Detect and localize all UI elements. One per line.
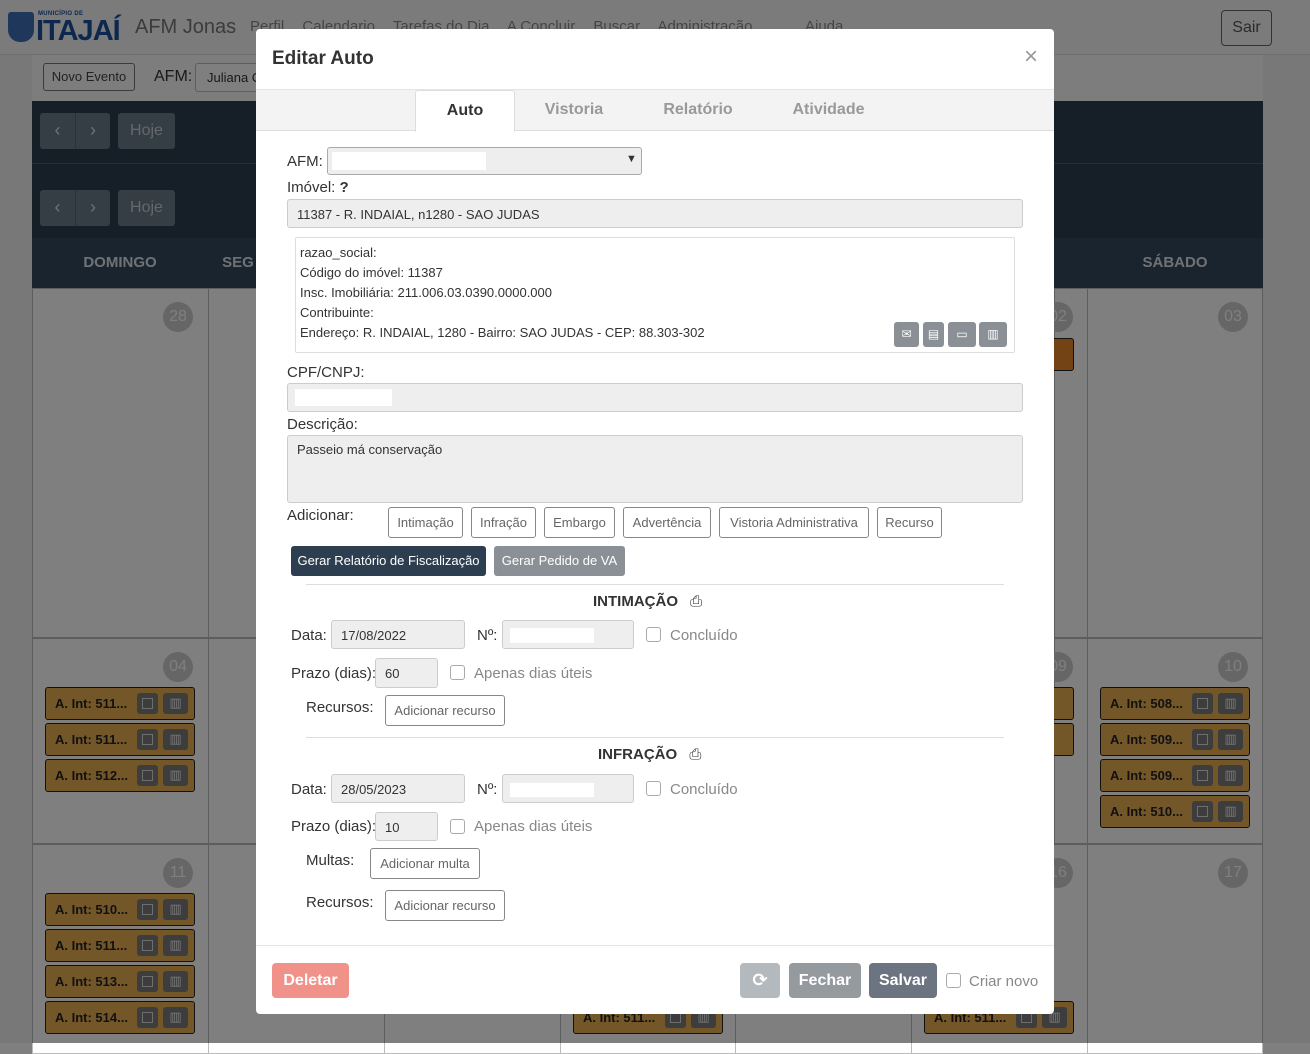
- generate-report-button[interactable]: Gerar Relatório de Fiscalização: [291, 546, 486, 576]
- add-infracao-button[interactable]: Infração: [471, 507, 536, 538]
- modal-title: Editar Auto: [272, 48, 374, 69]
- intimacao-number-field[interactable]: [502, 620, 634, 649]
- intimacao-prazo-label: Prazo (dias):: [291, 665, 377, 682]
- add-recurso-button[interactable]: Recurso: [877, 507, 942, 538]
- infracao-multas-label: Multas:: [306, 852, 355, 869]
- modal-header: Editar Auto ×: [256, 29, 1054, 90]
- cpf-field[interactable]: [287, 383, 1023, 412]
- redacted-value: [295, 389, 392, 406]
- document-icon[interactable]: ▤: [923, 322, 944, 347]
- intimacao-add-recurso-button[interactable]: Adicionar recurso: [385, 695, 505, 726]
- infracao-title-text: INFRAÇÃO: [598, 746, 678, 763]
- id-card-icon[interactable]: ▭: [948, 322, 976, 347]
- add-multa-button[interactable]: Adicionar multa: [370, 848, 480, 879]
- intimacao-date-field[interactable]: 17/08/2022: [331, 620, 465, 649]
- infracao-add-recurso-button[interactable]: Adicionar recurso: [385, 890, 505, 921]
- intimacao-prazo-field[interactable]: 60: [375, 658, 438, 688]
- imovel-info-box: razao_social: Código do imóvel: 11387 In…: [295, 237, 1015, 353]
- add-advertencia-button[interactable]: Advertência: [623, 507, 711, 538]
- intimacao-uteis-checkbox[interactable]: [450, 665, 465, 680]
- add-embargo-button[interactable]: Embargo: [544, 507, 615, 538]
- intimacao-uteis-label: Apenas dias úteis: [474, 665, 593, 682]
- add-intimacao-button[interactable]: Intimação: [388, 507, 463, 538]
- tab-relatorio[interactable]: Relatório: [652, 90, 744, 131]
- intimacao-title-text: INTIMAÇÃO: [593, 593, 678, 610]
- refresh-icon[interactable]: ⟳: [740, 963, 780, 998]
- cpf-label: CPF/CNPJ:: [287, 364, 365, 381]
- create-new-label: Criar novo: [969, 973, 1039, 990]
- infracao-prazo-field[interactable]: 10: [375, 812, 438, 841]
- intimacao-title: INTIMAÇÃO ⎙: [593, 593, 702, 610]
- infracao-uteis-label: Apenas dias úteis: [474, 818, 593, 835]
- descricao-label: Descrição:: [287, 416, 358, 433]
- imovel-field[interactable]: 11387 - R. INDAIAL, n1280 - SAO JUDAS: [287, 199, 1023, 228]
- infracao-prazo-label: Prazo (dias):: [291, 818, 377, 835]
- modal-tabs: Auto Vistoria Relatório Atividade: [256, 90, 1054, 132]
- infracao-title: INFRAÇÃO ⎙: [598, 746, 701, 763]
- infracao-date-field[interactable]: 28/05/2023: [331, 774, 465, 803]
- afm-select[interactable]: ▼: [327, 147, 642, 175]
- adicionar-label: Adicionar:: [287, 507, 354, 524]
- generate-va-button[interactable]: Gerar Pedido de VA: [494, 546, 625, 576]
- intimacao-recursos-label: Recursos:: [306, 699, 374, 716]
- print-icon[interactable]: ⎙: [690, 593, 702, 610]
- intimacao-done-label: Concluído: [670, 627, 738, 644]
- close-icon[interactable]: ×: [1024, 43, 1038, 71]
- infracao-uteis-checkbox[interactable]: [450, 819, 465, 834]
- infracao-number-label: Nº:: [477, 781, 498, 798]
- tab-atividade[interactable]: Atividade: [781, 90, 876, 131]
- imovel-label: Imóvel: ?: [287, 179, 349, 196]
- intimacao-number-label: Nº:: [477, 627, 498, 644]
- afm-label: AFM:: [287, 153, 323, 170]
- redacted-value: [332, 152, 486, 170]
- intimacao-date-label: Data:: [291, 627, 327, 644]
- info-razao-social: razao_social:: [300, 245, 377, 260]
- intimacao-done-checkbox[interactable]: [646, 627, 661, 642]
- redacted-value: [510, 628, 594, 643]
- delete-button[interactable]: Deletar: [272, 963, 349, 998]
- chevron-down-icon: ▼: [626, 153, 637, 165]
- redacted-value: [510, 783, 594, 797]
- close-button[interactable]: Fechar: [789, 963, 861, 998]
- infracao-done-label: Concluído: [670, 781, 738, 798]
- map-icon[interactable]: ▥: [979, 322, 1007, 347]
- infracao-number-field[interactable]: [502, 774, 634, 803]
- divider: [306, 584, 1004, 585]
- info-inscricao: Insc. Imobiliária: 211.006.03.0390.0000.…: [300, 285, 552, 300]
- info-contribuinte: Contribuinte:: [300, 305, 374, 320]
- edit-auto-modal: Editar Auto × Auto Vistoria Relatório At…: [256, 29, 1054, 1014]
- info-codigo: Código do imóvel: 11387: [300, 265, 443, 280]
- infracao-date-label: Data:: [291, 781, 327, 798]
- help-icon[interactable]: ?: [340, 179, 349, 196]
- descricao-textarea[interactable]: Passeio má conservação: [287, 435, 1023, 503]
- tab-vistoria[interactable]: Vistoria: [528, 90, 620, 131]
- infracao-recursos-label: Recursos:: [306, 894, 374, 911]
- print-icon[interactable]: ⎙: [689, 746, 701, 763]
- divider: [306, 737, 1004, 738]
- save-button[interactable]: Salvar: [869, 963, 937, 998]
- envelope-icon[interactable]: ✉: [894, 322, 919, 347]
- tab-auto[interactable]: Auto: [415, 90, 515, 132]
- create-new-checkbox[interactable]: [946, 973, 961, 988]
- add-vistoria-administrativa-button[interactable]: Vistoria Administrativa: [719, 507, 869, 538]
- modal-footer: Deletar ⟳ Fechar Salvar Criar novo: [256, 945, 1054, 1014]
- imovel-label-text: Imóvel:: [287, 179, 336, 196]
- infracao-done-checkbox[interactable]: [646, 781, 661, 796]
